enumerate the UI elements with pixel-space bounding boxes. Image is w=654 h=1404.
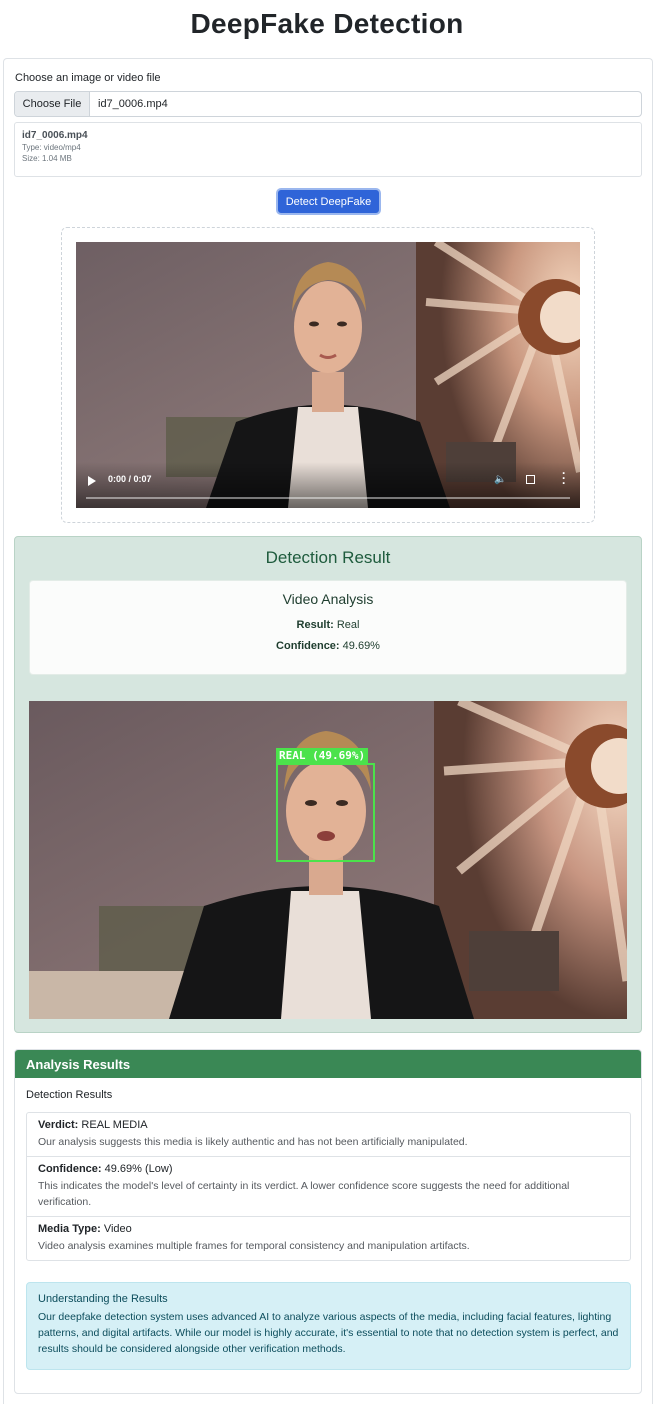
understanding-results-title: Understanding the Results — [38, 1293, 168, 1305]
video-analysis-title: Video Analysis — [282, 591, 374, 607]
face-label: REAL (49.69%) — [276, 748, 369, 763]
selected-file-name: id7_0006.mp4 — [98, 98, 168, 110]
file-info-panel: id7_0006.mp4 Type: video/mp4 Size: 1.04 … — [14, 122, 642, 177]
analysis-results-card: Analysis Results Detection Results Verdi… — [14, 1049, 642, 1394]
result-value: Real — [336, 619, 360, 631]
mute-icon[interactable]: 🔈 — [494, 474, 506, 485]
confidence-item-value: 49.69% (Low) — [104, 1163, 173, 1175]
result-label: Result: — [296, 619, 334, 631]
confidence-value: 49.69% — [342, 640, 380, 652]
detection-results-title: Detection Results — [26, 1089, 113, 1101]
list-item: Verdict: REAL MEDIA Our analysis suggest… — [27, 1113, 630, 1157]
media-type-value: Video — [103, 1223, 132, 1235]
fullscreen-icon[interactable] — [526, 475, 535, 484]
verdict-value: REAL MEDIA — [81, 1119, 148, 1131]
verdict-heading: Verdict: REAL MEDIA — [38, 1119, 619, 1131]
confidence-line: Confidence: 49.69% — [29, 640, 627, 652]
media-type-heading: Media Type: Video — [38, 1223, 619, 1235]
analyzed-frame-image: REAL (49.69%) — [29, 701, 627, 1019]
understanding-results-alert: Understanding the Results Our deepfake d… — [26, 1282, 631, 1370]
result-line: Result: Real — [29, 619, 627, 631]
file-info-size: Size: 1.04 MB — [22, 154, 72, 163]
confidence-description: This indicates the model's level of cert… — [38, 1180, 570, 1208]
detection-result-title: Detection Result — [265, 548, 391, 567]
media-type-label: Media Type: — [38, 1223, 101, 1235]
more-options-icon[interactable]: · · · — [562, 467, 566, 489]
file-input-label: Choose an image or video file — [15, 72, 161, 84]
analysis-results-header: Analysis Results — [15, 1050, 641, 1078]
face-bounding-box — [276, 763, 375, 862]
confidence-item-label: Confidence: — [38, 1163, 102, 1175]
verdict-description: Our analysis suggests this media is like… — [38, 1136, 468, 1148]
confidence-heading: Confidence: 49.69% (Low) — [38, 1163, 619, 1175]
verdict-label: Verdict: — [38, 1119, 79, 1131]
page-title: DeepFake Detection — [190, 8, 464, 39]
video-controls: 0:00 / 0:07 🔈 · · · — [76, 462, 580, 508]
list-item: Media Type: Video Video analysis examine… — [27, 1217, 630, 1260]
video-progress-bar[interactable] — [86, 497, 570, 499]
file-info-type: Type: video/mp4 — [22, 143, 81, 152]
detect-deepfake-button[interactable]: Detect DeepFake — [276, 188, 381, 215]
detection-results-list: Verdict: REAL MEDIA Our analysis suggest… — [26, 1112, 631, 1261]
media-type-description: Video analysis examines multiple frames … — [38, 1240, 470, 1252]
video-player[interactable]: 0:00 / 0:07 🔈 · · · — [76, 242, 580, 508]
file-input[interactable]: Choose File id7_0006.mp4 — [14, 91, 642, 117]
understanding-results-text: Our deepfake detection system uses advan… — [38, 1311, 619, 1355]
choose-file-button[interactable]: Choose File — [15, 92, 90, 116]
confidence-label: Confidence: — [276, 640, 340, 652]
file-info-name: id7_0006.mp4 — [22, 130, 88, 141]
list-item: Confidence: 49.69% (Low) This indicates … — [27, 1157, 630, 1217]
play-icon[interactable] — [88, 476, 96, 486]
video-time: 0:00 / 0:07 — [108, 474, 152, 484]
